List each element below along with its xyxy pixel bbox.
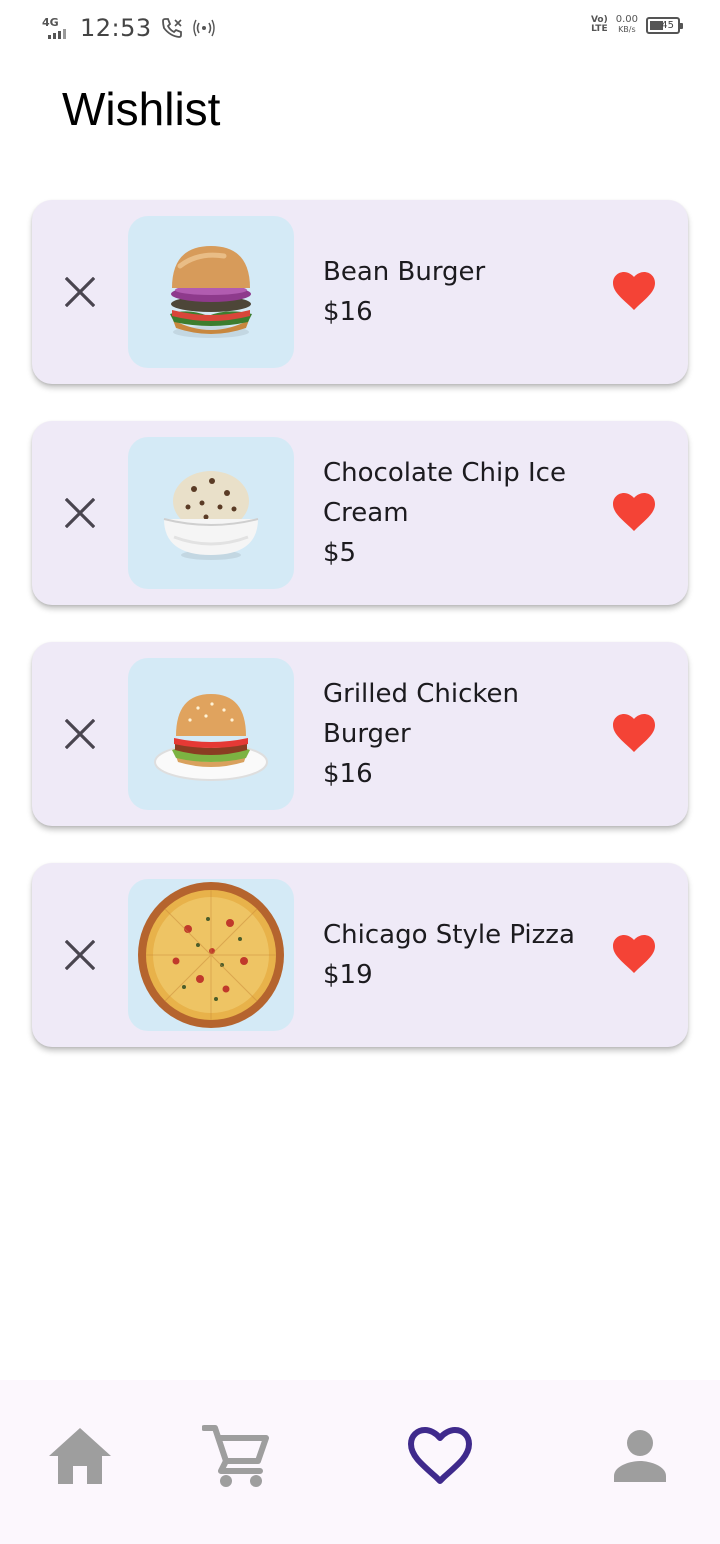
close-icon [65, 498, 95, 528]
battery-icon: 45 [646, 16, 683, 34]
product-name: Chicago Style Pizza [323, 920, 575, 950]
wishlist: Bean Burger $16 Chocolate Chip Ice Cream… [32, 200, 688, 1047]
product-name: Chocolate Chip Ice Cream [323, 458, 566, 528]
product-price: $16 [323, 297, 373, 327]
volte-indicator: Vo) LTE [590, 15, 608, 34]
bean-burger-image [170, 246, 252, 338]
wishlist-item: Bean Burger $16 [32, 200, 688, 384]
product-price: $5 [323, 538, 357, 568]
favorite-heart-icon[interactable] [612, 491, 656, 533]
status-time: 12:53 [80, 14, 152, 42]
remove-button[interactable] [62, 937, 98, 973]
product-image[interactable] [128, 658, 294, 810]
bottom-navigation [0, 1380, 720, 1544]
remove-button[interactable] [62, 716, 98, 752]
heart-outline-icon [408, 1427, 472, 1484]
call-icon [161, 18, 182, 38]
close-icon [65, 940, 95, 970]
wishlist-item: Chicago Style Pizza $19 [32, 863, 688, 1047]
product-name: Grilled Chicken Burger [323, 679, 520, 749]
nav-cart[interactable] [202, 1422, 270, 1490]
wishlist-item: Grilled Chicken Burger $16 [32, 642, 688, 826]
product-image[interactable] [128, 216, 294, 368]
nav-wishlist[interactable] [406, 1422, 474, 1490]
pizza-image [138, 882, 284, 1028]
battery-level: 45 [661, 19, 674, 31]
product-price: $19 [323, 960, 373, 990]
favorite-heart-icon[interactable] [612, 712, 656, 754]
status-bar: 4G 12:53 Vo) LTE 0.00 KB/s 45 [0, 0, 720, 56]
remove-button[interactable] [62, 495, 98, 531]
close-icon [65, 719, 95, 749]
product-image[interactable] [128, 879, 294, 1031]
home-icon [49, 1428, 111, 1484]
product-image[interactable] [128, 437, 294, 589]
nav-home[interactable] [46, 1422, 114, 1490]
nav-profile[interactable] [606, 1422, 674, 1490]
chicken-burger-image [154, 694, 268, 781]
cart-icon [202, 1425, 269, 1487]
favorite-heart-icon[interactable] [612, 270, 656, 312]
hotspot-icon [192, 19, 215, 37]
product-price: $16 [323, 759, 373, 789]
wishlist-item: Chocolate Chip Ice Cream $5 [32, 421, 688, 605]
ice-cream-image [163, 471, 259, 560]
signal-icon: 4G [42, 15, 72, 41]
product-name: Bean Burger [323, 257, 486, 287]
person-icon [614, 1430, 666, 1482]
remove-button[interactable] [62, 274, 98, 310]
page-title: Wishlist [62, 83, 221, 135]
favorite-heart-icon[interactable] [612, 933, 656, 975]
network-type: 4G [42, 16, 59, 29]
network-speed: 0.00 KB/s [615, 14, 638, 35]
close-icon [65, 277, 95, 307]
